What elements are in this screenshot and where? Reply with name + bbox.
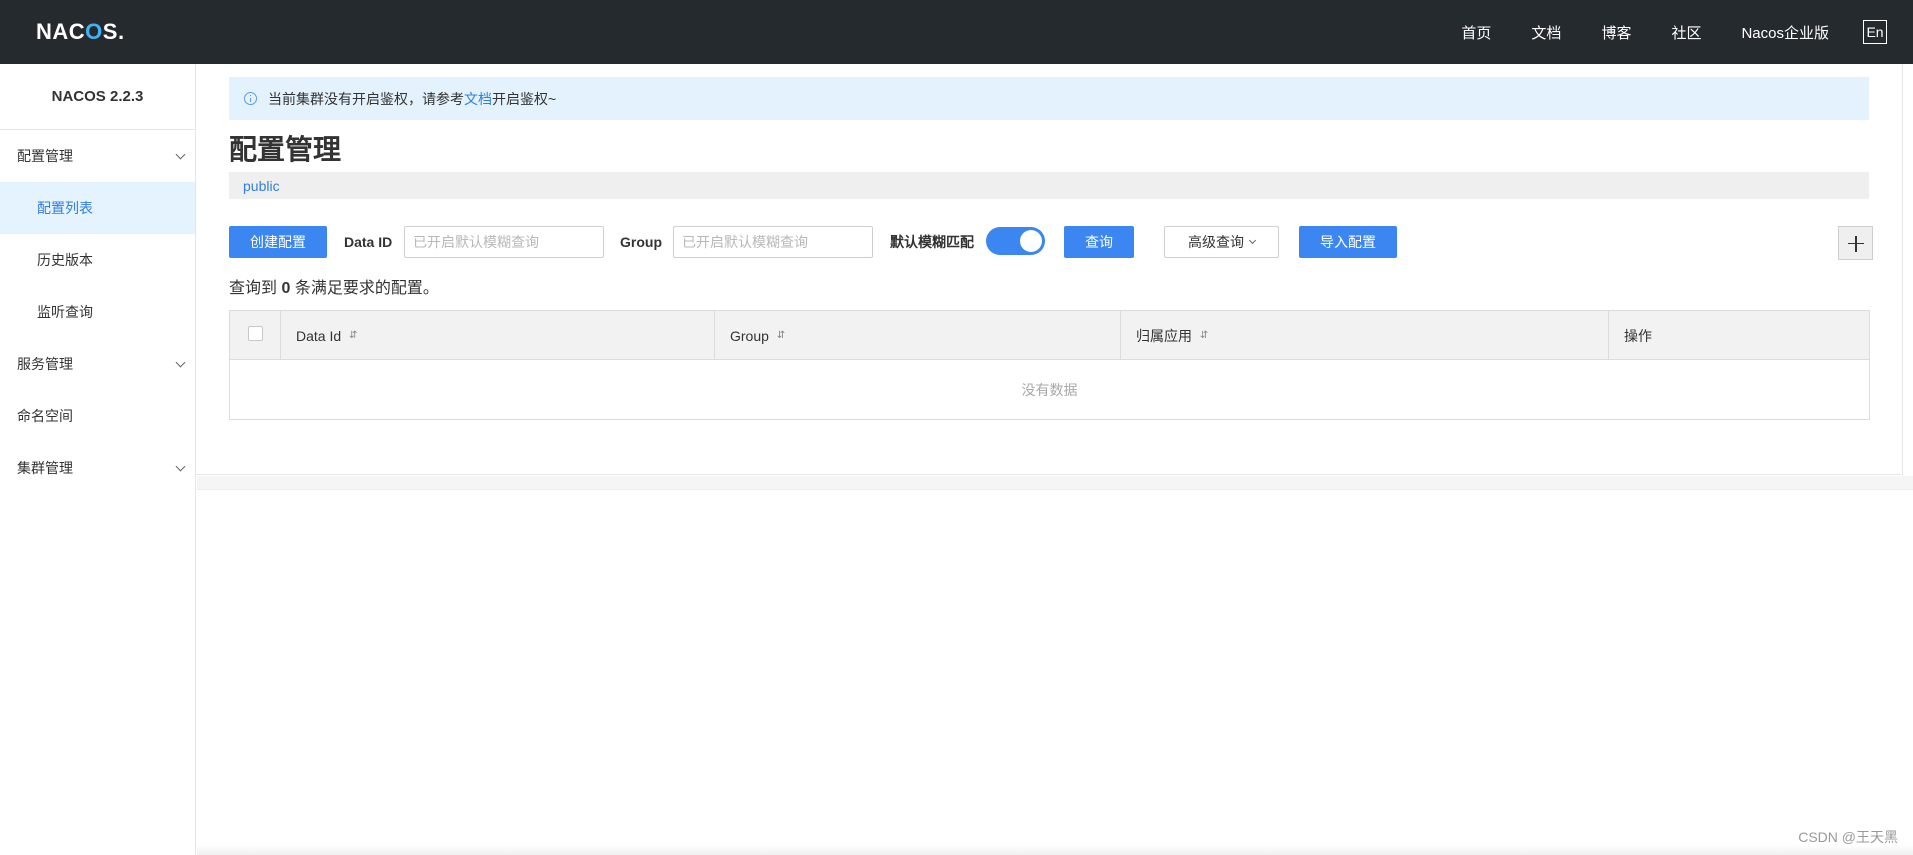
fuzzy-match-toggle[interactable] (986, 227, 1045, 255)
chevron-down-icon (175, 151, 185, 161)
alert-text-after: 开启鉴权~ (492, 90, 557, 107)
table-header-select (230, 311, 281, 360)
result-prefix: 查询到 (229, 280, 278, 297)
table-empty-text: 没有数据 (1021, 382, 1078, 398)
table-header: Data Id ⇵ Group ⇵ 归属应用 ⇵ 操作 (230, 311, 1869, 360)
group-input[interactable] (673, 226, 873, 258)
sidebar-group-config[interactable]: 配置管理 (0, 130, 195, 182)
sidebar-group-cluster[interactable]: 集群管理 (0, 442, 195, 494)
column-label: Data Id (296, 327, 342, 344)
result-suffix: 条满足要求的配置。 (294, 280, 439, 297)
top-header: NAC O S. 首页 文档 博客 社区 Nacos企业版 En (0, 0, 1913, 64)
alert-text-before: 当前集群没有开启鉴权，请参考 (268, 90, 464, 107)
table-header-actions: 操作 (1609, 311, 1869, 360)
group-label: Group (620, 234, 662, 250)
sort-icon[interactable]: ⇵ (1200, 330, 1208, 341)
sidebar-group-label: 配置管理 (17, 148, 73, 164)
language-switch-button[interactable]: En (1863, 20, 1887, 44)
chevron-down-icon (1248, 236, 1257, 245)
nacos-logo[interactable]: NAC O S. (36, 17, 125, 47)
nav-docs[interactable]: 文档 (1531, 22, 1561, 43)
data-id-input[interactable] (404, 226, 604, 258)
top-nav: 首页 文档 博客 社区 Nacos企业版 En (1461, 0, 1887, 64)
create-config-button[interactable]: 创建配置 (229, 226, 327, 258)
logo-text-o: O (85, 19, 103, 44)
logo-text-dot: . (117, 19, 125, 44)
info-icon (244, 92, 257, 105)
nav-home[interactable]: 首页 (1461, 22, 1491, 43)
chevron-down-icon (175, 463, 185, 473)
alert-docs-link[interactable]: 文档 (464, 89, 492, 109)
column-label: 操作 (1624, 327, 1652, 344)
sidebar-item-history[interactable]: 历史版本 (0, 234, 195, 286)
sort-icon[interactable]: ⇵ (777, 330, 785, 341)
column-label: Group (730, 327, 769, 344)
chevron-down-icon (175, 359, 185, 369)
select-all-checkbox[interactable] (248, 326, 263, 341)
sidebar-version: NACOS 2.2.3 (0, 64, 195, 130)
content-divider (197, 476, 1913, 490)
sidebar: NACOS 2.2.3 配置管理 配置列表 历史版本 监听查询 服务管理 命名空… (0, 64, 196, 855)
table-header-data-id[interactable]: Data Id ⇵ (281, 311, 715, 360)
bottom-edge (197, 845, 1913, 855)
watermark: CSDN @王天黑 (1798, 829, 1898, 845)
table-header-group[interactable]: Group ⇵ (715, 311, 1121, 360)
advanced-query-button[interactable]: 高级查询 (1164, 226, 1279, 258)
config-table: Data Id ⇵ Group ⇵ 归属应用 ⇵ 操作 没有数据 (229, 310, 1870, 420)
toggle-knob (1020, 230, 1042, 252)
sidebar-item-namespace[interactable]: 命名空间 (0, 390, 195, 442)
logo-text-left: NAC (36, 19, 86, 44)
query-button[interactable]: 查询 (1064, 226, 1134, 258)
logo-text-right: S (102, 19, 118, 44)
sidebar-item-config-list[interactable]: 配置列表 (0, 182, 195, 234)
result-count: 0 (281, 280, 291, 297)
page-title: 配置管理 (229, 134, 342, 165)
sidebar-group-service[interactable]: 服务管理 (0, 338, 195, 390)
sidebar-group-label: 服务管理 (17, 356, 73, 372)
column-label: 归属应用 (1136, 327, 1192, 344)
sidebar-item-listener[interactable]: 监听查询 (0, 286, 195, 338)
nav-community[interactable]: 社区 (1671, 22, 1701, 43)
import-config-button[interactable]: 导入配置 (1299, 226, 1397, 258)
nav-blog[interactable]: 博客 (1601, 22, 1631, 43)
namespace-public[interactable]: public (243, 178, 280, 194)
sidebar-item-label: 命名空间 (17, 408, 73, 424)
advanced-query-label: 高级查询 (1188, 234, 1244, 250)
table-header-app[interactable]: 归属应用 ⇵ (1121, 311, 1609, 360)
auth-alert: 当前集群没有开启鉴权，请参考 文档 开启鉴权~ (229, 77, 1869, 120)
nav-enterprise[interactable]: Nacos企业版 (1741, 22, 1829, 43)
sidebar-group-label: 集群管理 (17, 460, 73, 476)
data-id-label: Data ID (344, 234, 393, 250)
config-toolbar: 创建配置 Data ID Group 默认模糊匹配 查询 高级查询 导入配置 (229, 226, 1883, 260)
fuzzy-match-label: 默认模糊匹配 (890, 234, 974, 250)
plus-icon[interactable] (1838, 226, 1873, 260)
main-content: 当前集群没有开启鉴权，请参考 文档 开启鉴权~ 配置管理 public 创建配置 D… (197, 64, 1903, 475)
namespace-bar: public (229, 172, 1869, 199)
result-count-text: 查询到 0 条满足要求的配置。 (229, 274, 439, 298)
sort-icon[interactable]: ⇵ (349, 330, 357, 341)
